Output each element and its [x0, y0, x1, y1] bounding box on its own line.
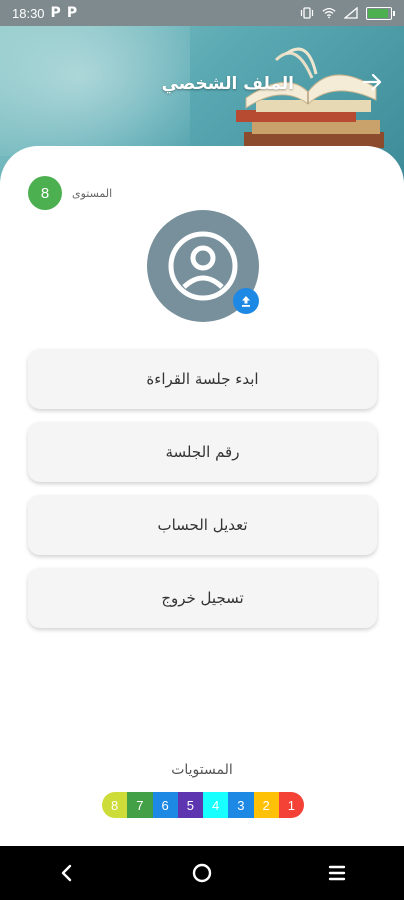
level-chip: 1 [278, 792, 304, 818]
page-title: الملف الشخصي [161, 74, 294, 94]
battery-icon [366, 6, 395, 20]
vibrate-icon [300, 7, 314, 19]
start-reading-session-button[interactable]: ابدء جلسة القراءة [28, 349, 377, 409]
levels-title: المستويات [171, 762, 233, 778]
status-bar: 18:30 P P [0, 0, 404, 26]
level-chip: 4 [203, 792, 229, 818]
level-chip: 3 [228, 792, 254, 818]
level-chip: 8 [102, 792, 128, 818]
battery-level [368, 8, 388, 18]
nav-back-icon[interactable] [52, 858, 82, 888]
nav-home-icon[interactable] [187, 858, 217, 888]
level-badge: 8 [28, 176, 62, 210]
arrow-right-icon[interactable] [358, 70, 386, 98]
session-number-button[interactable]: رقم الجلسة [28, 422, 377, 482]
status-left: 18:30 P P [12, 5, 77, 21]
status-time: 18:30 [12, 5, 45, 21]
level-chip: 5 [177, 792, 203, 818]
level-chip: 6 [152, 792, 178, 818]
edit-account-button[interactable]: تعديل الحساب [28, 495, 377, 555]
signal-icon [344, 7, 358, 19]
books-illustration [216, 40, 386, 160]
nav-menu-icon[interactable] [322, 858, 352, 888]
parking-notification-icon: P [66, 5, 78, 21]
level-chip: 2 [253, 792, 279, 818]
status-right [300, 6, 395, 20]
level-label: المستوى [72, 186, 113, 200]
level-chip: 7 [127, 792, 153, 818]
avatar[interactable] [147, 210, 259, 322]
parking-notification-icon: P [50, 5, 61, 21]
levels-bar: 87654321 [102, 792, 304, 818]
upload-icon[interactable] [233, 288, 259, 314]
current-level: 8 المستوى [28, 176, 112, 210]
person-icon [168, 231, 238, 301]
profile-card: 8 المستوى ابدء جلسة القراءة رقم الجلسة ت… [0, 146, 404, 846]
logout-button[interactable]: تسجيل خروج [28, 568, 377, 628]
wifi-icon [322, 7, 336, 19]
system-nav-bar [0, 846, 404, 900]
